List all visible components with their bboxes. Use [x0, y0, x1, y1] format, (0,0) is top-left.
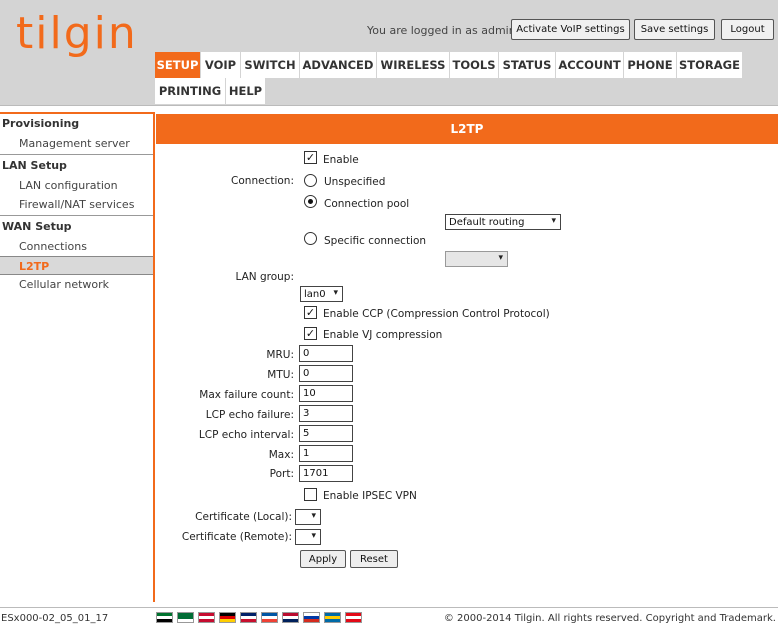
sidebar-item-management-server[interactable]: Management server	[0, 134, 153, 153]
russia-flag-icon[interactable]	[303, 612, 320, 623]
sidebar-item-firewall-nat[interactable]: Firewall/NAT services	[0, 195, 153, 214]
france-flag-icon[interactable]	[261, 612, 278, 623]
chevron-down-icon: ▾	[498, 253, 503, 263]
connection-pool-select[interactable]: Default routing ▾	[445, 214, 561, 230]
checkmark-icon: ✓	[305, 151, 316, 164]
tab-advanced[interactable]: ADVANCED	[300, 52, 377, 78]
denmark-flag-icon[interactable]	[198, 612, 215, 623]
max-label: Max:	[268, 449, 294, 461]
tab-tools[interactable]: TOOLS	[450, 52, 499, 78]
sidebar-item-l2tp[interactable]: L2TP	[0, 256, 153, 275]
enable-label: Enable	[323, 154, 359, 166]
lcp-echo-interval-label: LCP echo interval:	[198, 429, 294, 441]
connection-label: Connection:	[231, 175, 294, 187]
sidebar-group-provisioning: Provisioning	[2, 117, 80, 130]
saudi-flag-icon[interactable]	[177, 612, 194, 623]
sidebar: Provisioning Management server LAN Setup…	[0, 112, 155, 602]
turkey-flag-icon[interactable]	[345, 612, 362, 623]
activate-voip-button[interactable]: Activate VoIP settings	[511, 19, 630, 40]
max-failure-count-label: Max failure count:	[199, 389, 294, 401]
germany-flag-icon[interactable]	[219, 612, 236, 623]
tab-storage[interactable]: STORAGE	[677, 52, 743, 78]
tab-account[interactable]: ACCOUNT	[556, 52, 624, 78]
header: tilgin You are logged in as admin. Activ…	[0, 0, 778, 105]
lcp-echo-failure-label: LCP echo failure:	[205, 409, 294, 421]
login-status-text: You are logged in as admin.	[367, 24, 520, 37]
logout-button[interactable]: Logout	[721, 19, 774, 40]
apply-button[interactable]: Apply	[300, 550, 346, 568]
sidebar-item-lan-configuration[interactable]: LAN configuration	[0, 176, 153, 195]
lan-group-value: lan0	[304, 288, 326, 300]
tab-printing[interactable]: PRINTING	[155, 78, 226, 104]
footer-divider	[0, 607, 778, 608]
radio-specific-connection[interactable]	[304, 232, 317, 245]
tab-help[interactable]: HELP	[226, 78, 266, 104]
main-tabs-row-1: SETUP VOIP SWITCH ADVANCED WIRELESS TOOL…	[155, 52, 743, 78]
port-label: Port:	[269, 468, 294, 480]
tab-switch[interactable]: SWITCH	[241, 52, 300, 78]
uae-flag-icon[interactable]	[156, 612, 173, 623]
tab-setup[interactable]: SETUP	[155, 52, 201, 78]
main-tabs-row-2: PRINTING HELP	[155, 78, 266, 104]
radio-specific-connection-label: Specific connection	[324, 235, 427, 247]
language-flags	[156, 612, 362, 623]
tab-phone[interactable]: PHONE	[624, 52, 677, 78]
enable-vj-checkbox[interactable]: ✓	[304, 327, 317, 340]
chevron-down-icon: ▾	[311, 511, 316, 521]
checkmark-icon: ✓	[305, 327, 316, 340]
chevron-down-icon: ▾	[551, 216, 556, 226]
lan-group-select[interactable]: lan0 ▾	[300, 286, 343, 302]
norway-flag-icon[interactable]	[282, 612, 299, 623]
enable-ipsec-label: Enable IPSEC VPN	[323, 490, 417, 502]
radio-unspecified[interactable]	[304, 174, 317, 187]
firmware-version: ESx000-02_05_01_17	[1, 613, 109, 624]
tab-status[interactable]: STATUS	[499, 52, 556, 78]
sidebar-group-wan-setup: WAN Setup	[2, 220, 72, 233]
specific-connection-select[interactable]: ▾	[445, 251, 508, 267]
radio-unspecified-label: Unspecified	[324, 176, 386, 188]
radio-connection-pool-label: Connection pool	[324, 198, 410, 210]
mtu-label: MTU:	[267, 369, 294, 381]
uk-flag-icon[interactable]	[240, 612, 257, 623]
chevron-down-icon: ▾	[333, 288, 338, 298]
sidebar-item-cellular-network[interactable]: Cellular network	[0, 275, 153, 294]
cert-remote-select[interactable]: ▾	[295, 529, 321, 545]
port-input[interactable]: 1701	[299, 465, 353, 482]
save-settings-button[interactable]: Save settings	[634, 19, 715, 40]
tab-wireless[interactable]: WIRELESS	[377, 52, 450, 78]
copyright-text: © 2000-2014 Tilgin. All rights reserved.…	[443, 613, 776, 624]
mru-input[interactable]: 0	[299, 345, 353, 362]
cert-local-select[interactable]: ▾	[295, 509, 321, 525]
enable-ccp-checkbox[interactable]: ✓	[304, 306, 317, 319]
lcp-echo-failure-input[interactable]: 3	[299, 405, 353, 422]
sidebar-divider	[0, 154, 153, 155]
tab-voip[interactable]: VOIP	[201, 52, 241, 78]
lcp-echo-interval-input[interactable]: 5	[299, 425, 353, 442]
reset-button[interactable]: Reset	[350, 550, 398, 568]
enable-ipsec-checkbox[interactable]	[304, 488, 317, 501]
mru-label: MRU:	[266, 349, 294, 361]
sidebar-divider	[0, 215, 153, 216]
sidebar-group-lan-setup: LAN Setup	[2, 159, 67, 172]
radio-connection-pool[interactable]	[304, 195, 317, 208]
max-input[interactable]: 1	[299, 445, 353, 462]
enable-checkbox[interactable]: ✓	[304, 151, 317, 164]
enable-ccp-label: Enable CCP (Compression Control Protocol…	[323, 308, 550, 320]
lan-group-label: LAN group:	[235, 271, 295, 283]
sweden-flag-icon[interactable]	[324, 612, 341, 623]
chevron-down-icon: ▾	[311, 531, 316, 541]
cert-remote-label: Certificate (Remote):	[181, 531, 292, 543]
cert-local-label: Certificate (Local):	[195, 511, 292, 523]
mtu-input[interactable]: 0	[299, 365, 353, 382]
sidebar-item-connections[interactable]: Connections	[0, 237, 153, 256]
tilgin-logo: tilgin	[16, 8, 138, 59]
connection-pool-value: Default routing	[449, 216, 525, 228]
max-failure-count-input[interactable]: 10	[299, 385, 353, 402]
enable-vj-label: Enable VJ compression	[323, 329, 443, 341]
checkmark-icon: ✓	[305, 306, 316, 319]
page-title: L2TP	[156, 114, 778, 144]
